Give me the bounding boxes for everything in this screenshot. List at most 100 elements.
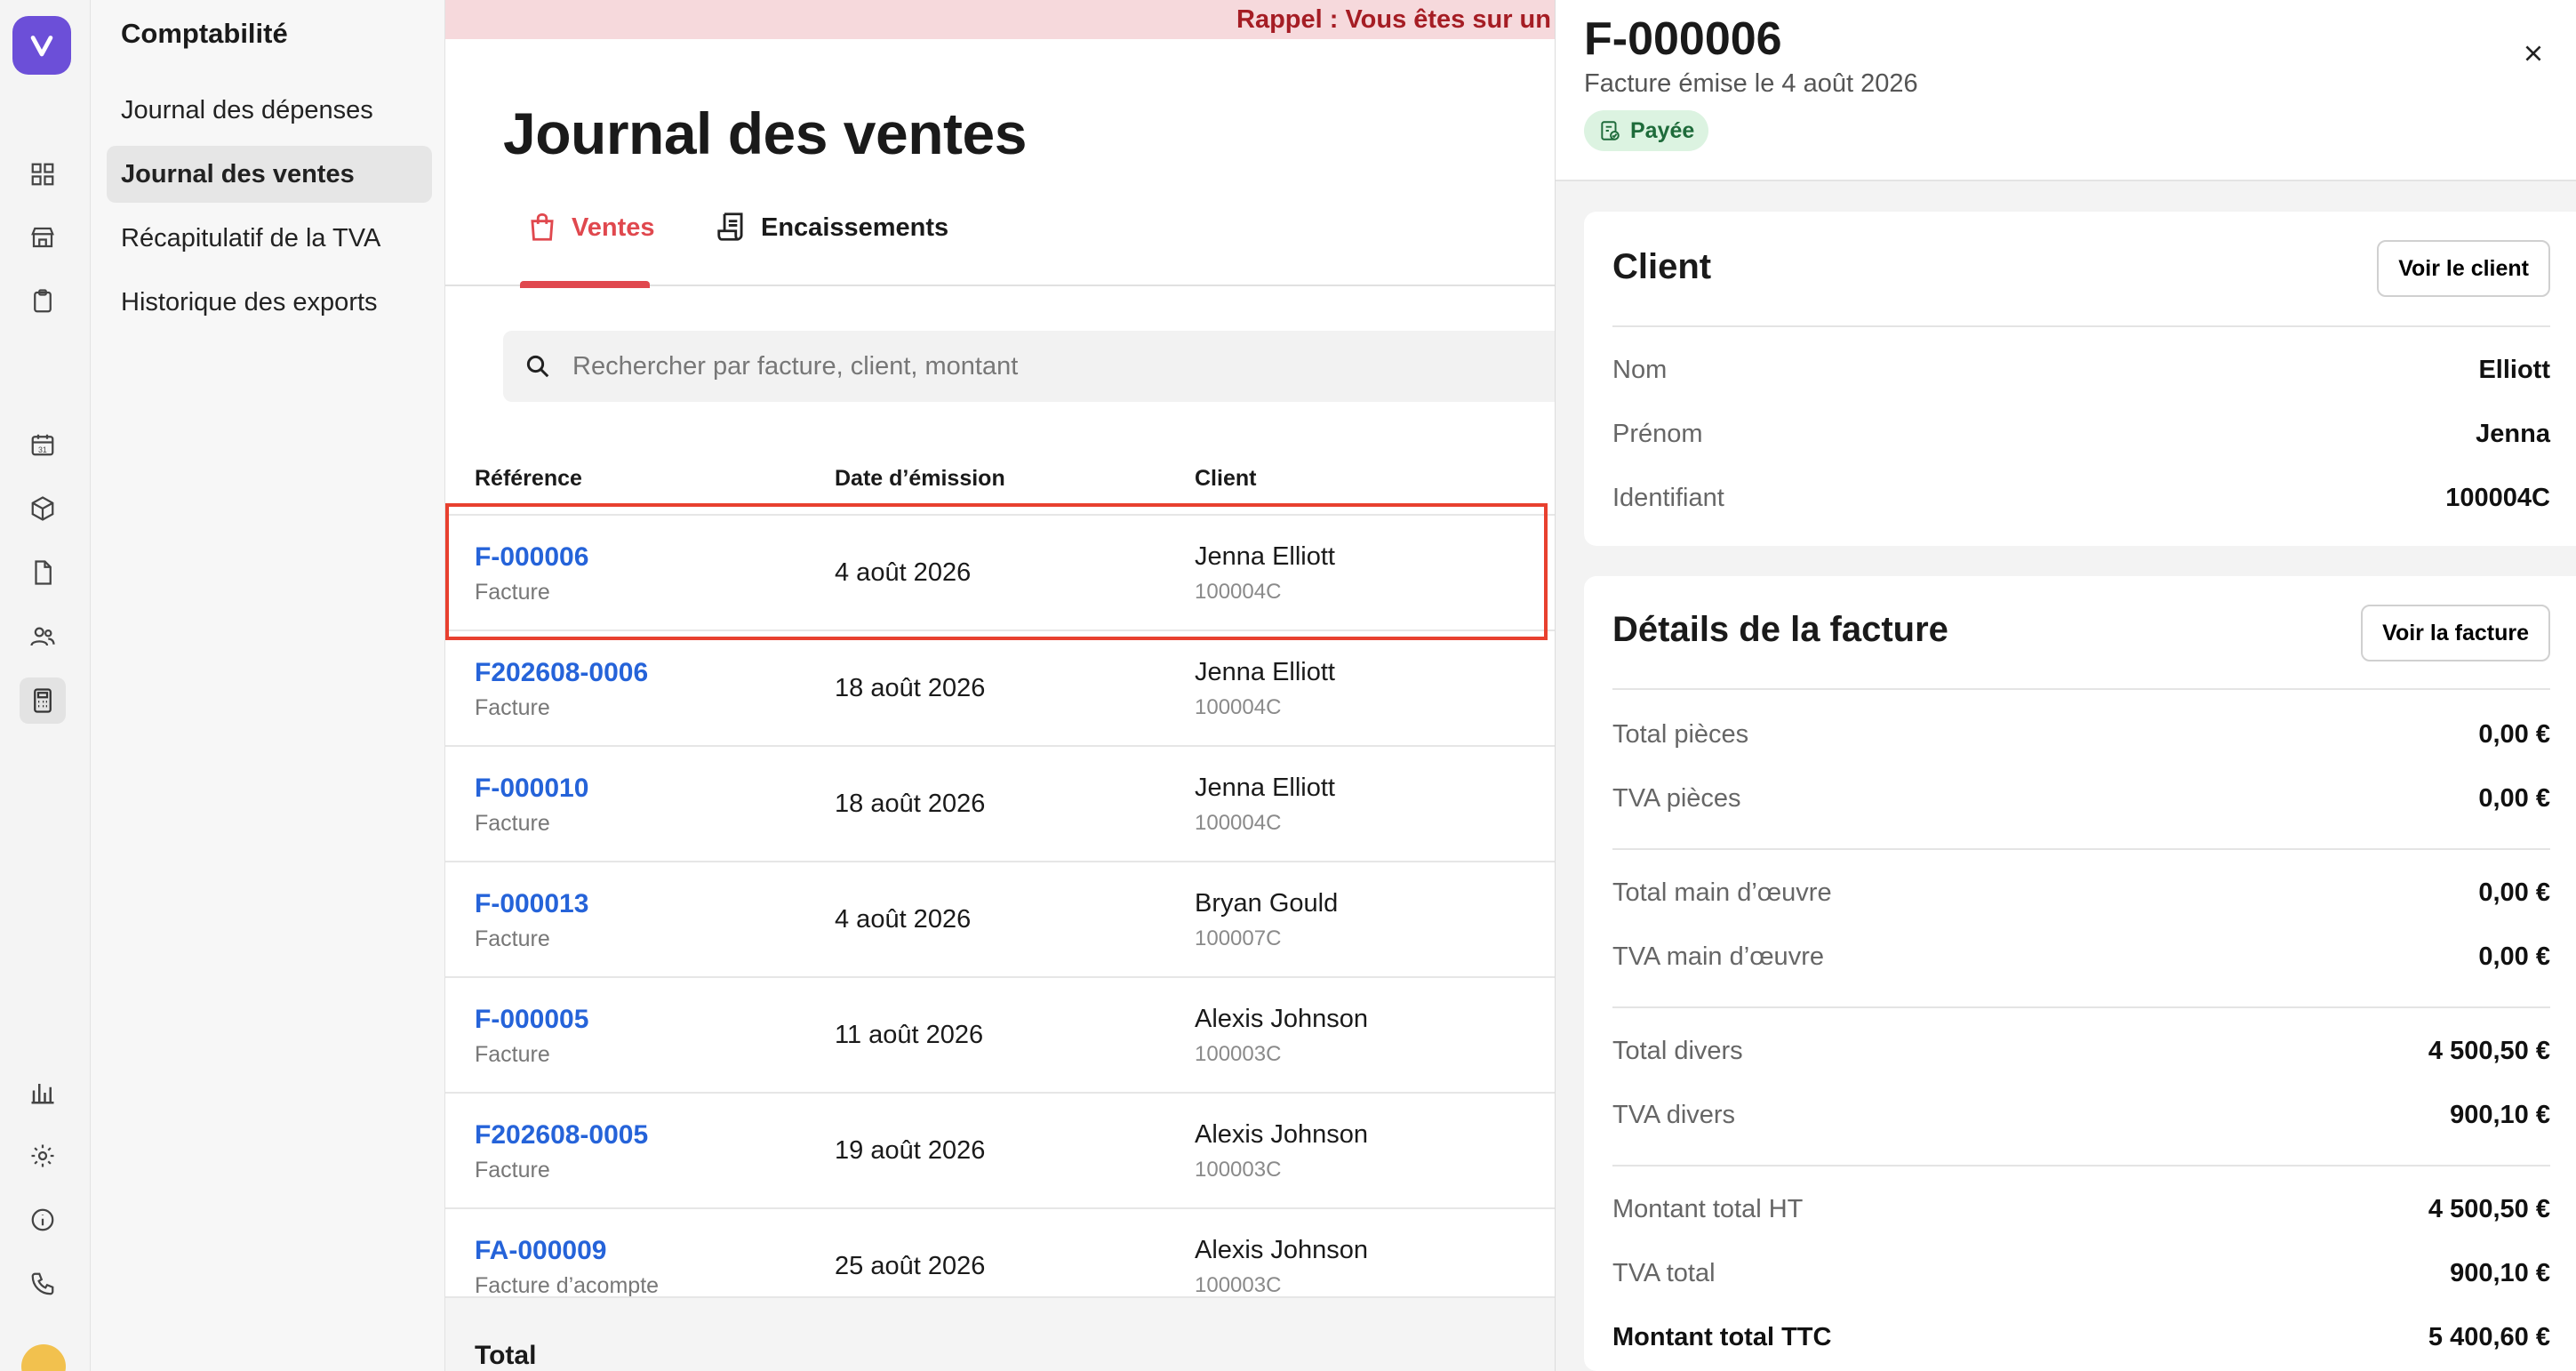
client-field-nom: Nom Elliott <box>1612 356 2550 391</box>
client-name: Jenna Elliott <box>1195 542 1335 571</box>
client-id: 100003C <box>1195 1273 1282 1297</box>
svg-text:31: 31 <box>38 445 47 454</box>
table-row[interactable]: F-000005 Facture 11 août 2026 Alexis Joh… <box>445 976 1555 1092</box>
document-type: Facture <box>475 695 550 720</box>
info-icon[interactable] <box>20 1197 66 1243</box>
field-value: 900,10 € <box>2450 1259 2550 1287</box>
search-input[interactable] <box>572 351 1372 381</box>
column-header-date[interactable]: Date d’émission <box>835 466 1005 492</box>
field-value: 0,00 € <box>2478 784 2550 813</box>
issue-date: 19 août 2026 <box>835 1136 986 1165</box>
detail-montant-total-ht: Montant total HT 4 500,50 € <box>1612 1195 2550 1231</box>
field-value: Elliott <box>2478 356 2550 384</box>
invoice-reference-link[interactable]: F-000005 <box>475 1005 588 1035</box>
invoice-number: F-000006 <box>1584 13 1782 65</box>
detail-tva-pieces: TVA pièces 0,00 € <box>1612 784 2550 820</box>
issue-date: 25 août 2026 <box>835 1252 986 1280</box>
detail-tva-total: TVA total 900,10 € <box>1612 1259 2550 1295</box>
client-id: 100004C <box>1195 580 1282 604</box>
box-icon[interactable] <box>20 485 66 532</box>
field-value: 0,00 € <box>2478 942 2550 971</box>
field-value: 5 400,60 € <box>2428 1323 2550 1351</box>
close-icon <box>2525 45 2541 61</box>
table-row[interactable]: F202608-0006 Facture 18 août 2026 Jenna … <box>445 629 1555 745</box>
tab-encaissements[interactable]: Encaissements <box>715 212 949 286</box>
invoice-reference-link[interactable]: F-000006 <box>475 542 588 573</box>
invoice-reference-link[interactable]: F-000010 <box>475 774 588 804</box>
field-value: 900,10 € <box>2450 1101 2550 1129</box>
detail-total-divers: Total divers 4 500,50 € <box>1612 1037 2550 1072</box>
field-value: 4 500,50 € <box>2428 1195 2550 1223</box>
view-client-button[interactable]: Voir le client <box>2377 240 2550 297</box>
app-logo[interactable] <box>12 16 71 75</box>
drawer-header: F-000006 Facture émise le 4 août 2026 Pa… <box>1556 0 2576 181</box>
subnav-item-historique-exports[interactable]: Historique des exports <box>107 274 432 331</box>
clipboard-icon[interactable] <box>20 278 66 325</box>
table-total-row: Total <box>445 1296 1555 1371</box>
tab-ventes[interactable]: Ventes <box>520 212 655 288</box>
table-row[interactable]: F-000013 Facture 4 août 2026 Bryan Gould… <box>445 861 1555 976</box>
field-label: Prénom <box>1612 420 1703 448</box>
divider <box>1612 1165 2550 1167</box>
client-name: Jenna Elliott <box>1195 774 1335 802</box>
tab-encaissements-label: Encaissements <box>761 213 949 242</box>
status-badge: Payée <box>1584 110 1709 151</box>
issue-date: 4 août 2026 <box>835 558 972 587</box>
column-header-reference[interactable]: Référence <box>475 466 582 492</box>
client-name: Alexis Johnson <box>1195 1236 1369 1264</box>
view-invoice-button[interactable]: Voir la facture <box>2361 605 2550 661</box>
invoice-reference-link[interactable]: F202608-0005 <box>475 1120 648 1151</box>
phone-icon[interactable] <box>20 1261 66 1307</box>
table-row[interactable]: F202608-0005 Facture 19 août 2026 Alexis… <box>445 1092 1555 1207</box>
field-value: 100004C <box>2445 484 2550 512</box>
close-drawer-button[interactable] <box>2512 32 2555 75</box>
invoice-reference-link[interactable]: FA-000009 <box>475 1236 606 1266</box>
client-id: 100003C <box>1195 1042 1282 1066</box>
invoice-details-title: Détails de la facture <box>1612 610 1948 649</box>
user-avatar[interactable] <box>21 1344 66 1371</box>
column-header-client[interactable]: Client <box>1195 466 1256 492</box>
invoice-details-card: Détails de la facture Voir la facture To… <box>1584 576 2576 1371</box>
field-label: Total pièces <box>1612 720 1749 749</box>
calculator-icon[interactable] <box>20 677 66 724</box>
grid-icon[interactable] <box>20 151 66 197</box>
document-type: Facture <box>475 580 550 605</box>
table-row[interactable]: F-000010 Facture 18 août 2026 Jenna Elli… <box>445 745 1555 861</box>
document-type: Facture <box>475 1042 550 1067</box>
receipt-icon <box>717 212 743 241</box>
calendar-icon[interactable]: 31 <box>20 421 66 468</box>
field-label: Montant total TTC <box>1612 1323 1832 1351</box>
users-icon[interactable] <box>20 613 66 660</box>
subnav-item-recap-tva[interactable]: Récapitulatif de la TVA <box>107 210 432 267</box>
document-type: Facture <box>475 1158 550 1183</box>
client-id: 100007C <box>1195 926 1282 950</box>
client-id: 100003C <box>1195 1158 1282 1182</box>
detail-total-main-oeuvre: Total main d’œuvre 0,00 € <box>1612 878 2550 914</box>
client-name: Alexis Johnson <box>1195 1005 1369 1033</box>
client-name: Bryan Gould <box>1195 889 1339 918</box>
reminder-banner: Rappel : Vous êtes sur un e <box>445 0 1555 39</box>
field-label: TVA pièces <box>1612 784 1741 813</box>
table-row[interactable]: F-000006 Facture 4 août 2026 Jenna Ellio… <box>445 514 1555 629</box>
search-bar[interactable] <box>503 331 1555 402</box>
document-icon[interactable] <box>20 549 66 596</box>
issue-date: 18 août 2026 <box>835 674 986 702</box>
chart-icon[interactable] <box>20 1070 66 1116</box>
search-icon <box>526 355 549 378</box>
field-label: TVA main d’œuvre <box>1612 942 1824 971</box>
invoice-reference-link[interactable]: F-000013 <box>475 889 588 919</box>
detail-tva-main-oeuvre: TVA main d’œuvre 0,00 € <box>1612 942 2550 978</box>
detail-montant-total-ttc: Montant total TTC 5 400,60 € <box>1612 1323 2550 1359</box>
client-field-identifiant: Identifiant 100004C <box>1612 484 2550 519</box>
subnav-item-journal-depenses[interactable]: Journal des dépenses <box>107 82 432 139</box>
store-icon[interactable] <box>20 214 66 261</box>
invoice-reference-link[interactable]: F202608-0006 <box>475 658 648 688</box>
accounting-subnav: Comptabilité Journal des dépenses Journa… <box>91 0 445 1371</box>
gear-icon[interactable] <box>20 1133 66 1179</box>
document-type: Facture <box>475 811 550 836</box>
subnav-item-journal-ventes[interactable]: Journal des ventes <box>107 146 432 203</box>
client-card: Client Voir le client Nom Elliott Prénom… <box>1584 212 2576 546</box>
field-value: 0,00 € <box>2478 720 2550 749</box>
issue-date: 4 août 2026 <box>835 905 972 934</box>
detail-tva-divers: TVA divers 900,10 € <box>1612 1101 2550 1136</box>
